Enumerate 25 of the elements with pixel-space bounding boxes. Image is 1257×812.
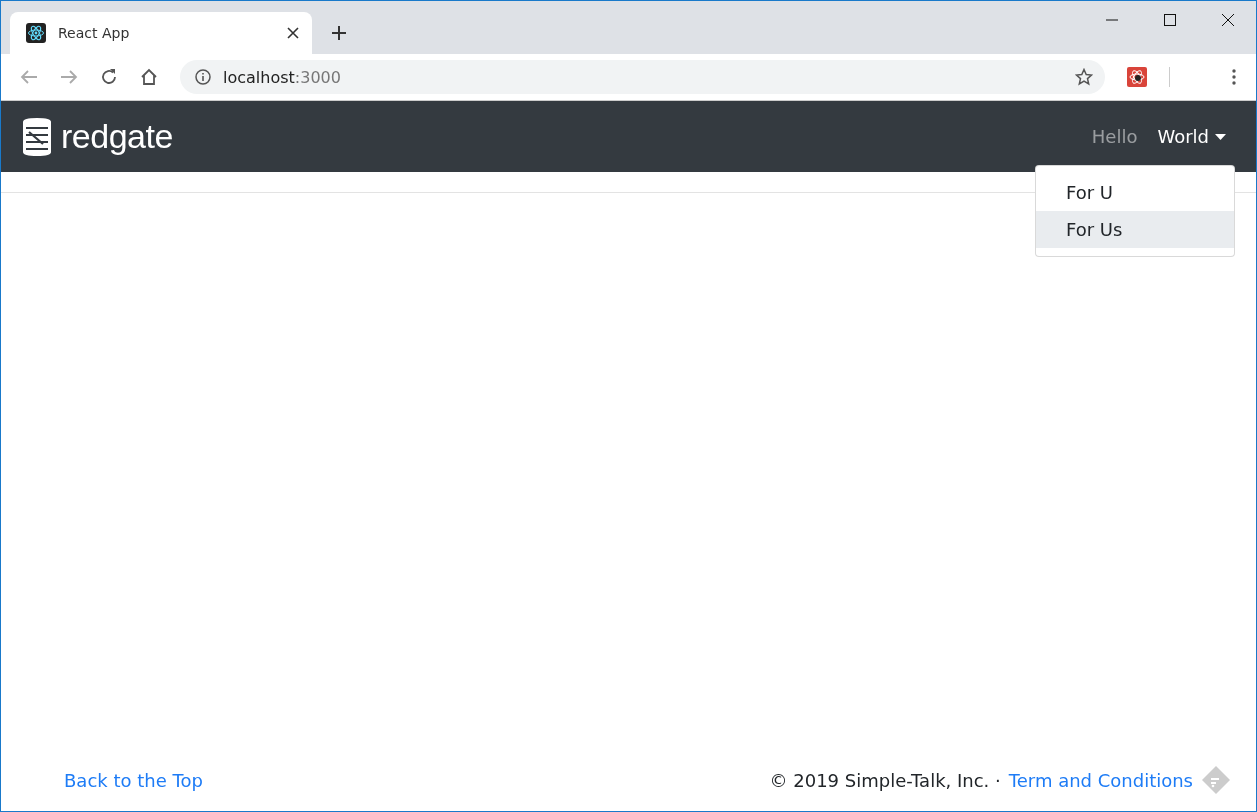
- nav-link[interactable]: World: [1157, 126, 1226, 147]
- caret-icon: [1215, 133, 1226, 140]
- dropdown-item[interactable]: For Us: [1036, 211, 1234, 248]
- extension-icon[interactable]: [1127, 67, 1147, 87]
- copyright-text: © 2019 Simple-Talk, Inc. ·: [769, 769, 1001, 791]
- menu-icon[interactable]: [1232, 69, 1236, 85]
- close-icon[interactable]: [1222, 14, 1234, 26]
- back-to-top-link[interactable]: Back to the Top: [64, 769, 203, 791]
- maximize-icon[interactable]: [1164, 14, 1176, 26]
- terms-link[interactable]: Term and Conditions: [1008, 769, 1193, 791]
- browser-tab[interactable]: React App: [10, 12, 312, 54]
- home-icon[interactable]: [140, 68, 158, 86]
- address-bar[interactable]: localhost:3000: [180, 60, 1105, 94]
- nav-link[interactable]: Hello: [1091, 126, 1138, 147]
- atom-icon: [26, 23, 46, 43]
- dropdown-item[interactable]: For U: [1036, 174, 1234, 211]
- new-tab-icon[interactable]: [331, 25, 347, 41]
- info-icon: [195, 69, 211, 85]
- brand-name[interactable]: redgate: [61, 117, 173, 156]
- url-text: localhost:3000: [223, 67, 342, 87]
- tab-title: React App: [58, 25, 131, 41]
- reload-icon[interactable]: [100, 68, 118, 86]
- logo-icon[interactable]: [23, 117, 51, 156]
- star-icon[interactable]: [1075, 68, 1093, 86]
- close-icon[interactable]: [287, 27, 299, 39]
